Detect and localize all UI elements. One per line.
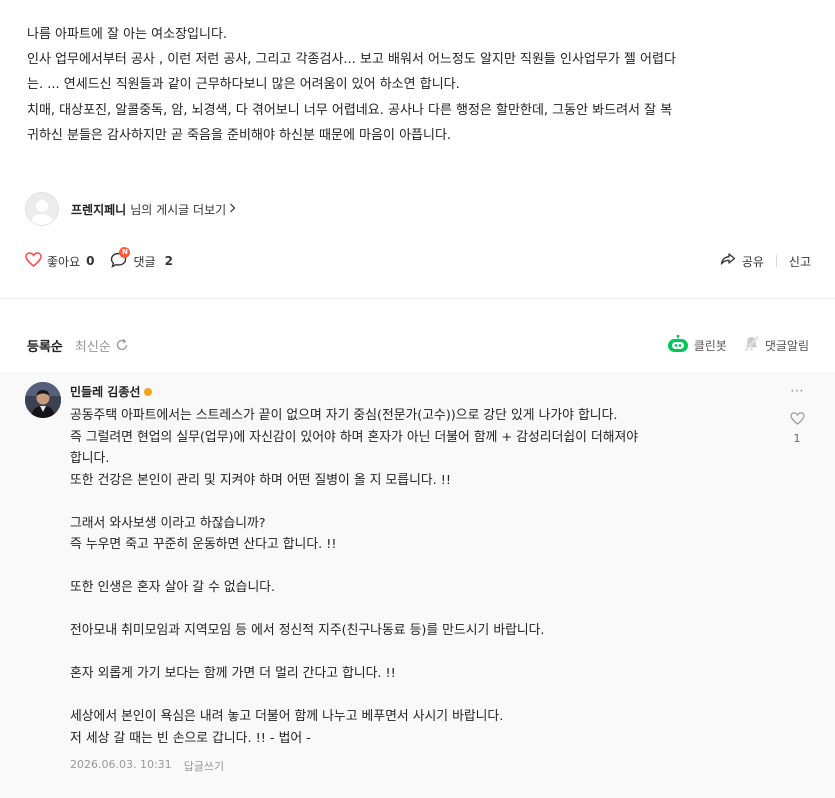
refresh-icon[interactable] bbox=[115, 338, 129, 352]
sort-latest-label: 최신순 bbox=[74, 339, 111, 355]
comment-count: 2 bbox=[164, 254, 173, 268]
share-icon bbox=[720, 252, 736, 270]
post-tools: 공유 신고 bbox=[720, 252, 811, 270]
sort-registered-tab[interactable]: 등록순 bbox=[27, 336, 63, 355]
comment-label: 댓글 bbox=[133, 254, 156, 269]
cleanbot-label: 클린봇 bbox=[693, 338, 727, 353]
post-actions: 좋아요 0 N 댓글 2 공유 신고 bbox=[25, 246, 811, 272]
avatar[interactable] bbox=[25, 192, 59, 226]
member-badge-icon bbox=[144, 387, 153, 396]
post-line: 인사 업무에서부터 공사 , 이런 저런 공사, 그리고 각종검사... 보고 … bbox=[27, 52, 676, 68]
like-button[interactable]: 좋아요 0 bbox=[25, 252, 94, 270]
comment-button[interactable]: N 댓글 2 bbox=[110, 246, 173, 271]
post-line: 는. ... 연세드신 직원들과 같이 근무하다보니 많은 어려움이 있어 하소… bbox=[27, 77, 460, 93]
comment-notify-button[interactable]: 댓글알림 bbox=[743, 335, 809, 355]
comment-line: 또한 건강은 본인이 관리 및 지켜야 하며 어떤 질병이 올 지 모릅니다. … bbox=[70, 472, 452, 488]
section-divider bbox=[0, 298, 835, 299]
reply-button[interactable]: 답글쓰기 bbox=[184, 758, 224, 774]
comment-line: 그래서 와사보생 이라고 하잖습니까? bbox=[70, 515, 266, 531]
comment-text: 공동주택 아파트에서는 스트레스가 끝이 없으며 자기 중심(전문가(고수))으… bbox=[70, 405, 770, 749]
sort-latest-tab[interactable]: 최신순 bbox=[75, 336, 129, 355]
heart-icon bbox=[25, 252, 42, 270]
comment-tools: 클린봇 댓글알림 bbox=[667, 334, 809, 356]
cleanbot-button[interactable]: 클린봇 bbox=[667, 334, 727, 356]
author-name[interactable]: 프렌지페니 bbox=[71, 201, 126, 218]
comment-meta: 2026.06.03. 10:31 답글쓰기 bbox=[70, 758, 224, 774]
comment-line: 합니다. bbox=[70, 451, 110, 466]
comment-author[interactable]: 민들레 김종선 bbox=[70, 383, 153, 400]
bell-off-icon bbox=[743, 335, 760, 355]
comment-line: 또한 인생은 혼자 살아 갈 수 없습니다. bbox=[70, 580, 276, 595]
post-line: 나름 아파트에 잘 아는 여소장입니다. bbox=[27, 27, 228, 42]
author-more-link[interactable]: 프렌지페니 님의 게시글 더보기 bbox=[25, 192, 236, 226]
comment-avatar[interactable] bbox=[25, 382, 61, 418]
comment-like-button[interactable] bbox=[789, 410, 805, 429]
new-badge: N bbox=[119, 246, 131, 258]
comment-line: 공동주택 아파트에서는 스트레스가 끝이 없으며 자기 중심(전문가(고수))으… bbox=[70, 408, 618, 423]
like-count: 0 bbox=[86, 254, 95, 268]
comment-sort-bar: 등록순 최신순 클린봇 댓글알림 bbox=[27, 334, 809, 356]
comment-line bbox=[70, 599, 770, 621]
cleanbot-icon bbox=[667, 334, 689, 356]
comment-line: 전아모내 취미모임과 지역모임 등 에서 정신적 지주(친구나동료 등)를 만드… bbox=[70, 623, 545, 638]
like-label: 좋아요 bbox=[47, 254, 81, 269]
comment-line: 저 세상 갈 때는 빈 손으로 갑니다. !! - 법어 - bbox=[70, 730, 311, 746]
post-body: 나름 아파트에 잘 아는 여소장입니다. 인사 업무에서부터 공사 , 이런 저… bbox=[27, 22, 817, 148]
comment-author-name[interactable]: 민들레 김종선 bbox=[70, 383, 140, 400]
notify-label: 댓글알림 bbox=[764, 338, 809, 353]
divider bbox=[775, 255, 777, 267]
comment-line bbox=[70, 556, 770, 578]
comment-like-count: 1 bbox=[793, 432, 801, 445]
heart-outline-icon bbox=[789, 410, 805, 429]
comment-line bbox=[70, 685, 770, 707]
author-more-label[interactable]: 님의 게시글 더보기 bbox=[130, 201, 226, 218]
report-button[interactable]: 신고 bbox=[789, 253, 811, 270]
comment-line: 세상에서 본인이 욕심은 내려 놓고 더불어 함께 나누고 베푸면서 사시기 바… bbox=[70, 709, 504, 724]
share-button[interactable]: 공유 bbox=[720, 252, 764, 270]
comment-line: 즉 그럴려면 현업의 실무(업무)에 자신감이 있어야 하며 혼자가 아닌 더불… bbox=[70, 429, 639, 445]
comment-line: 즉 누우면 죽고 꾸준히 운동하면 산다고 합니다. !! bbox=[70, 537, 337, 552]
post-line: 치매, 대상포진, 알콜중독, 암, 뇌경색, 다 겪어보니 너무 어렵네요. … bbox=[27, 102, 673, 118]
post-line: 귀하신 분들은 감사하지만 곧 죽음을 준비해야 하신분 때문에 마음이 아픕니… bbox=[27, 127, 452, 143]
comment-line bbox=[70, 642, 770, 664]
comment-line: 혼자 외롭게 가기 보다는 함께 가면 더 멀리 간다고 합니다. !! bbox=[70, 666, 396, 681]
chevron-right-icon bbox=[229, 202, 236, 216]
share-label: 공유 bbox=[741, 254, 764, 269]
comment-line bbox=[70, 491, 770, 513]
more-options-icon[interactable]: ⋯ bbox=[790, 383, 805, 399]
comment-date: 2026.06.03. 10:31 bbox=[70, 758, 172, 771]
